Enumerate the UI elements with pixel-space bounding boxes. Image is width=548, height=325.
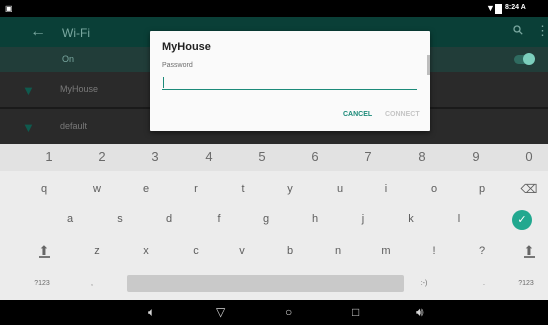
toggle-knob — [523, 53, 535, 65]
key-w[interactable]: w — [82, 180, 112, 198]
key-c[interactable]: c — [181, 242, 211, 260]
key-d[interactable]: d — [154, 210, 184, 228]
soft-keyboard: 1 2 3 4 5 6 7 8 9 0 q w e r t y u i o p … — [0, 144, 548, 300]
key-k[interactable]: k — [396, 210, 426, 228]
key-z[interactable]: z — [82, 242, 112, 260]
key-3[interactable]: 3 — [135, 147, 175, 167]
more-vert-icon[interactable]: ⋮ — [536, 24, 548, 38]
status-bar: ▣ ▼ 8:24 A — [0, 0, 548, 17]
dialog-title: MyHouse — [162, 41, 211, 53]
key-h[interactable]: h — [300, 210, 330, 228]
battery-icon — [495, 4, 502, 14]
network-name: default — [60, 121, 88, 131]
key-period[interactable]: . — [474, 275, 494, 292]
navigation-bar: 🔈︎ ▽ ○ □ 🔊︎ — [0, 300, 548, 325]
key-2[interactable]: 2 — [82, 147, 122, 167]
key-4[interactable]: 4 — [189, 147, 229, 167]
key-y[interactable]: y — [275, 180, 305, 198]
wifi-signal-icon: ▼ — [22, 120, 35, 135]
password-label: Password — [162, 62, 193, 69]
key-5[interactable]: 5 — [242, 147, 282, 167]
key-u[interactable]: u — [325, 180, 355, 198]
volume-up-icon[interactable]: 🔊︎ — [416, 305, 424, 319]
key-exclamation[interactable]: ! — [419, 242, 449, 260]
wifi-password-dialog: MyHouse Password CANCEL CONNECT — [150, 31, 430, 131]
backspace-icon[interactable]: ⌫ — [514, 180, 544, 198]
key-question[interactable]: ? — [467, 242, 497, 260]
key-e[interactable]: e — [131, 180, 161, 198]
key-f[interactable]: f — [204, 210, 234, 228]
network-name: MyHouse — [60, 84, 99, 94]
clock: 8:24 A — [505, 4, 526, 11]
key-p[interactable]: p — [467, 180, 497, 198]
shift-right-icon[interactable]: ⬆ — [514, 242, 544, 260]
key-comma[interactable]: , — [82, 275, 102, 292]
key-n[interactable]: n — [323, 242, 353, 260]
key-j[interactable]: j — [348, 210, 378, 228]
password-input[interactable] — [162, 73, 417, 90]
key-x[interactable]: x — [131, 242, 161, 260]
key-1[interactable]: 1 — [29, 147, 69, 167]
key-s[interactable]: s — [105, 210, 135, 228]
key-9[interactable]: 9 — [456, 147, 496, 167]
key-r[interactable]: r — [181, 180, 211, 198]
key-o[interactable]: o — [419, 180, 449, 198]
key-l[interactable]: l — [444, 210, 474, 228]
page-title: Wi-Fi — [62, 26, 90, 40]
enter-check-icon[interactable]: ✓ — [512, 210, 532, 230]
wifi-icon: ▼ — [486, 3, 495, 13]
wifi-toggle[interactable] — [514, 53, 535, 65]
text-cursor — [163, 77, 164, 88]
shift-left-icon[interactable]: ⬆ — [29, 242, 59, 260]
symbols-key-left[interactable]: ?123 — [22, 275, 62, 292]
spacebar[interactable] — [127, 275, 404, 292]
scrollbar[interactable] — [427, 55, 430, 75]
key-v[interactable]: v — [227, 242, 257, 260]
volume-down-icon[interactable]: 🔈︎ — [148, 305, 155, 319]
key-m[interactable]: m — [371, 242, 401, 260]
key-0[interactable]: 0 — [509, 147, 548, 167]
key-a[interactable]: a — [55, 210, 85, 228]
symbols-key-right[interactable]: ?123 — [506, 275, 546, 292]
back-triangle-icon[interactable]: ▽ — [216, 305, 225, 319]
key-q[interactable]: q — [29, 180, 59, 198]
wifi-state-label: On — [62, 54, 75, 64]
key-b[interactable]: b — [275, 242, 305, 260]
search-icon[interactable] — [513, 25, 523, 39]
key-6[interactable]: 6 — [295, 147, 335, 167]
wifi-signal-icon: ▼ — [22, 83, 35, 98]
cancel-button[interactable]: CANCEL — [343, 111, 372, 118]
key-7[interactable]: 7 — [348, 147, 388, 167]
notification-icon: ▣ — [5, 4, 13, 13]
key-i[interactable]: i — [371, 180, 401, 198]
recents-square-icon[interactable]: □ — [352, 305, 359, 319]
key-t[interactable]: t — [228, 180, 258, 198]
number-row: 1 2 3 4 5 6 7 8 9 0 — [0, 144, 548, 171]
connect-button[interactable]: CONNECT — [385, 111, 420, 118]
key-g[interactable]: g — [251, 210, 281, 228]
arrow-left-icon[interactable]: ← — [30, 23, 46, 41]
emoji-key[interactable]: :-) — [411, 275, 437, 292]
home-circle-icon[interactable]: ○ — [285, 305, 292, 319]
key-8[interactable]: 8 — [402, 147, 442, 167]
